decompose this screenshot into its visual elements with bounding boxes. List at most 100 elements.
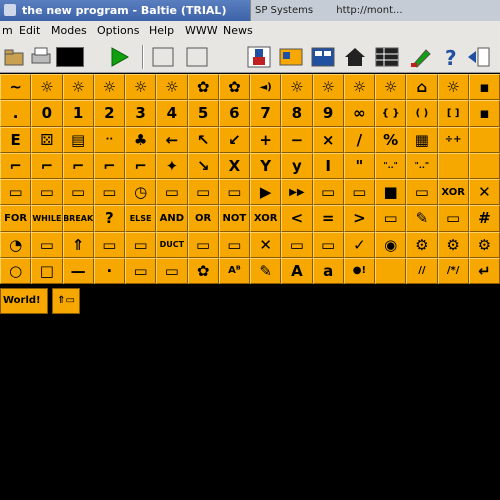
- palette-cell[interactable]: ☼: [156, 74, 188, 101]
- palette-cell[interactable]: 5: [187, 100, 219, 127]
- palette-cell[interactable]: ▭: [312, 231, 344, 258]
- palette-cell[interactable]: .: [0, 100, 32, 127]
- palette-cell[interactable]: 6: [218, 100, 250, 127]
- print-icon[interactable]: [28, 45, 54, 69]
- palette-cell[interactable]: ✿: [187, 257, 219, 284]
- palette-cell[interactable]: ○: [0, 257, 32, 284]
- palette-cell[interactable]: 7: [250, 100, 282, 127]
- palette-cell[interactable]: ⌐: [31, 152, 63, 179]
- palette-cell[interactable]: ▭: [218, 231, 250, 258]
- palette-cell[interactable]: ▶▶: [281, 179, 313, 206]
- palette-cell[interactable]: 4: [156, 100, 188, 127]
- cell-icon[interactable]: [150, 45, 176, 69]
- palette-cell[interactable]: ▭: [156, 179, 188, 206]
- palette-cell[interactable]: ▭: [218, 179, 250, 206]
- palette-cell[interactable]: ▭: [312, 179, 344, 206]
- palette-cell[interactable]: ☼: [343, 74, 375, 101]
- palette-cell[interactable]: ··: [93, 126, 125, 153]
- palette-cell[interactable]: ▭: [187, 231, 219, 258]
- palette-cell[interactable]: ☼: [312, 74, 344, 101]
- palette-cell[interactable]: —: [62, 257, 94, 284]
- open-icon[interactable]: [2, 45, 28, 69]
- palette-cell[interactable]: ▭: [125, 231, 157, 258]
- palette-cell[interactable]: "..": [375, 152, 407, 179]
- menu-help[interactable]: Help: [149, 21, 174, 41]
- table-icon[interactable]: [374, 45, 400, 69]
- palette-cell[interactable]: WHILE: [31, 205, 63, 232]
- palette-cell[interactable]: <: [281, 205, 313, 232]
- palette-cell[interactable]: a: [312, 257, 344, 284]
- palette-cell[interactable]: ✓: [343, 231, 375, 258]
- palette-cell[interactable]: ☼: [125, 74, 157, 101]
- palette-cell[interactable]: ←: [156, 126, 188, 153]
- palette-cell[interactable]: ▭: [93, 179, 125, 206]
- palette-cell[interactable]: >: [343, 205, 375, 232]
- palette-cell[interactable]: ×: [312, 126, 344, 153]
- grid-icon[interactable]: [310, 45, 336, 69]
- palette-cell[interactable]: "..": [406, 152, 438, 179]
- palette-cell[interactable]: y: [281, 152, 313, 179]
- palette-cell[interactable]: ⌐: [0, 152, 32, 179]
- house-icon[interactable]: [342, 45, 368, 69]
- palette-cell[interactable]: ▭: [62, 179, 94, 206]
- menu-edit[interactable]: Edit: [19, 21, 40, 41]
- menu-options[interactable]: Options: [97, 21, 139, 41]
- palette-cell[interactable]: XOR: [250, 205, 282, 232]
- palette-cell[interactable]: ↙: [218, 126, 250, 153]
- palette-cell[interactable]: Aᴮ: [218, 257, 250, 284]
- palette-cell[interactable]: ▭: [125, 257, 157, 284]
- palette-cell[interactable]: ◄): [250, 74, 282, 101]
- palette-cell[interactable]: I: [312, 152, 344, 179]
- palette-cell[interactable]: ∞: [343, 100, 375, 127]
- palette-cell[interactable]: ↵: [468, 257, 500, 284]
- menu-www[interactable]: WWW: [185, 21, 218, 41]
- palette-cell[interactable]: 3: [125, 100, 157, 127]
- palette-cell[interactable]: ◉: [375, 231, 407, 258]
- text-tile[interactable]: World!: [0, 288, 48, 314]
- palette-cell[interactable]: /*/: [437, 257, 469, 284]
- palette-cell[interactable]: ▭: [93, 231, 125, 258]
- palette-cell[interactable]: [468, 152, 500, 179]
- empty-icon[interactable]: [184, 45, 210, 69]
- palette-cell[interactable]: ✦: [156, 152, 188, 179]
- palette-cell[interactable]: ▪: [468, 74, 500, 101]
- palette-cell[interactable]: ▭: [156, 257, 188, 284]
- palette-cell[interactable]: ▭: [31, 179, 63, 206]
- menu-news[interactable]: News: [223, 21, 253, 41]
- palette-cell[interactable]: ⚙: [468, 231, 500, 258]
- palette-cell[interactable]: AND: [156, 205, 188, 232]
- palette-cell[interactable]: FOR: [0, 205, 32, 232]
- palette-cell[interactable]: ☼: [281, 74, 313, 101]
- palette-cell[interactable]: ▭: [375, 205, 407, 232]
- palette-cell[interactable]: %: [375, 126, 407, 153]
- palette-cell[interactable]: ↘: [187, 152, 219, 179]
- palette-cell[interactable]: XOR: [437, 179, 469, 206]
- palette-cell[interactable]: =: [312, 205, 344, 232]
- palette-cell[interactable]: ☼: [437, 74, 469, 101]
- palette-cell[interactable]: ⌐: [62, 152, 94, 179]
- palette-cell[interactable]: 8: [281, 100, 313, 127]
- palette-cell[interactable]: ": [343, 152, 375, 179]
- palette-cell[interactable]: ☼: [375, 74, 407, 101]
- palette-cell[interactable]: A: [281, 257, 313, 284]
- app-icon[interactable]: [4, 4, 16, 16]
- palette-cell[interactable]: ·: [93, 257, 125, 284]
- pen-icon[interactable]: [408, 45, 434, 69]
- palette-cell[interactable]: ÷+: [437, 126, 469, 153]
- palette-cell[interactable]: 2: [93, 100, 125, 127]
- run-icon[interactable]: [106, 45, 132, 69]
- palette-cell[interactable]: +: [250, 126, 282, 153]
- palette-cell[interactable]: [437, 152, 469, 179]
- palette-cell[interactable]: −: [281, 126, 313, 153]
- palette-cell[interactable]: ◔: [0, 231, 32, 258]
- palette-cell[interactable]: ▭: [437, 205, 469, 232]
- palette-cell[interactable]: [ ]: [437, 100, 469, 127]
- palette-cell[interactable]: #: [468, 205, 500, 232]
- palette-cell[interactable]: ✕: [250, 231, 282, 258]
- palette-cell[interactable]: ⇑: [62, 231, 94, 258]
- palette-cell[interactable]: ✿: [218, 74, 250, 101]
- palette-cell[interactable]: ▭: [187, 179, 219, 206]
- palette-cell[interactable]: 9: [312, 100, 344, 127]
- palette-cell[interactable]: ▦: [406, 126, 438, 153]
- palette-cell[interactable]: OR: [187, 205, 219, 232]
